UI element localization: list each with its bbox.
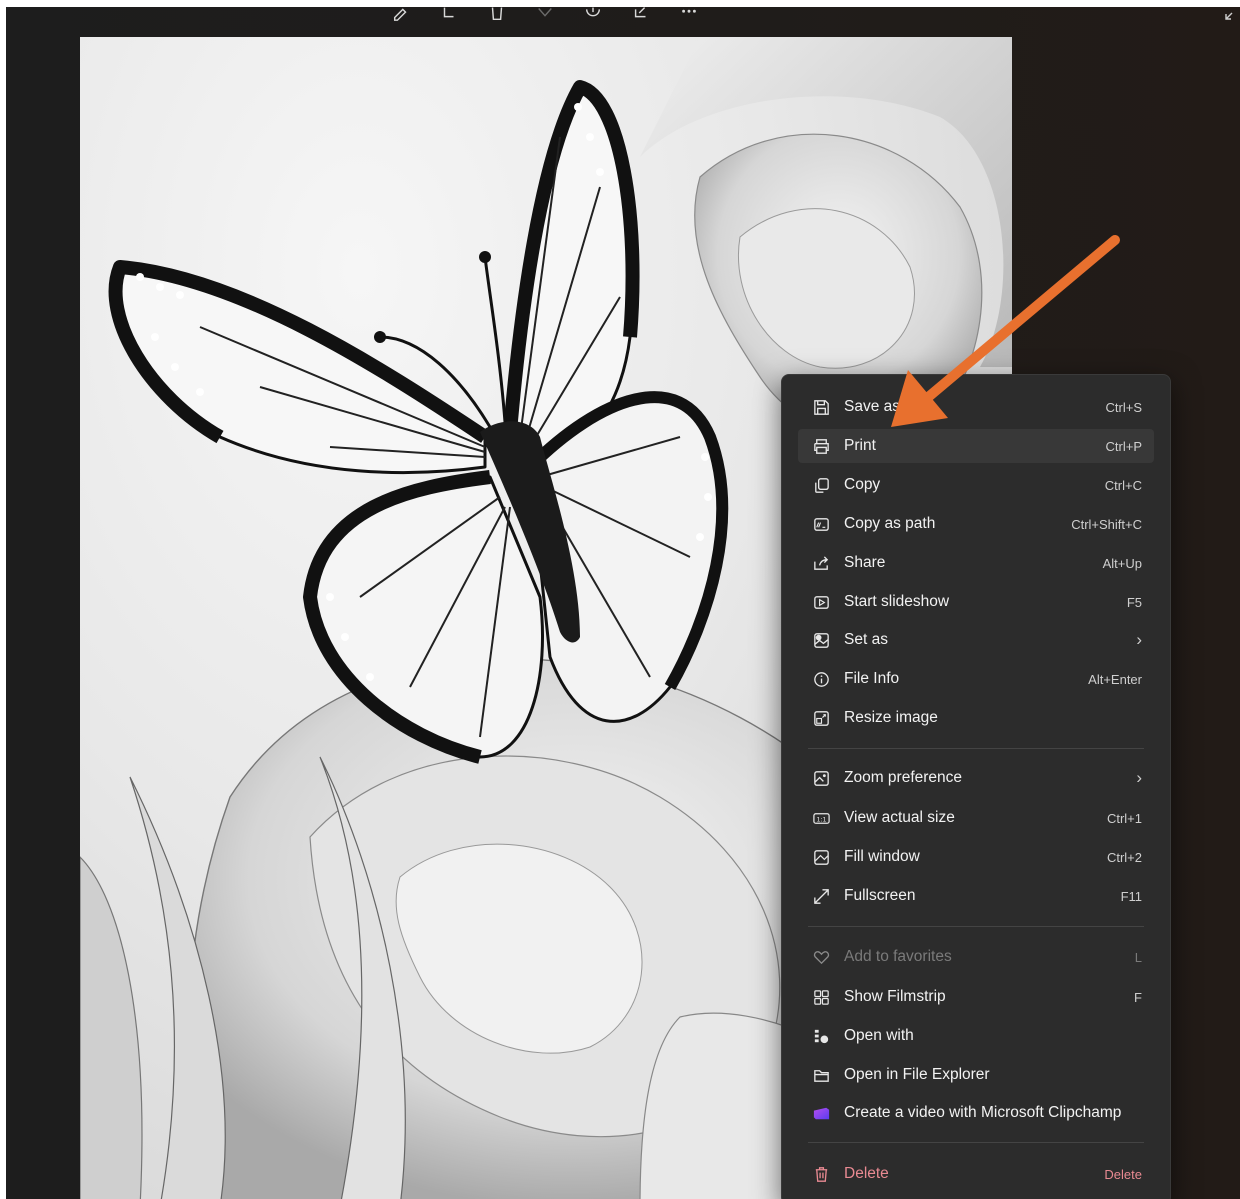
menu-item-label: Share — [844, 554, 886, 571]
menu-item-label: Fullscreen — [844, 887, 916, 904]
menu-item-file-info[interactable]: File Info Alt+Enter — [798, 662, 1154, 696]
fill-window-icon — [810, 846, 832, 868]
menu-item-create-video-clipchamp[interactable]: Create a video with Microsoft Clipchamp — [798, 1096, 1154, 1130]
copy-icon — [810, 474, 832, 496]
menu-item-label: Add to favorites — [844, 948, 952, 965]
menu-item-zoom-preference[interactable]: Zoom preference › — [798, 761, 1154, 795]
share-icon — [810, 552, 832, 574]
menu-item-label: File Info — [844, 670, 900, 687]
favorite-toolbar-icon[interactable] — [534, 7, 556, 22]
menu-item-shortcut: Ctrl+P — [1105, 438, 1142, 454]
menu-item-label: Resize image — [844, 709, 938, 726]
menu-separator — [808, 1142, 1144, 1143]
share-toolbar-icon[interactable] — [630, 7, 652, 22]
menu-item-label: Save as — [844, 398, 901, 415]
menu-item-start-slideshow[interactable]: Start slideshow F5 — [798, 585, 1154, 619]
menu-item-save-as[interactable]: Save as Ctrl+S — [798, 390, 1154, 424]
menu-item-shortcut: F11 — [1120, 888, 1142, 904]
svg-text:1:1: 1:1 — [816, 816, 826, 823]
menu-item-delete[interactable]: Delete Delete — [798, 1157, 1154, 1191]
print-icon — [810, 435, 832, 457]
menu-item-shortcut: Ctrl+Shift+C — [1071, 516, 1142, 532]
menu-item-label: Start slideshow — [844, 593, 950, 610]
menu-item-label: Open in File Explorer — [844, 1066, 990, 1083]
menu-item-view-actual-size[interactable]: 1:1 View actual size Ctrl+1 — [798, 801, 1154, 835]
menu-item-fullscreen[interactable]: Fullscreen F11 — [798, 879, 1154, 913]
menu-item-set-as[interactable]: Set as › — [798, 623, 1154, 657]
menu-item-shortcut: Alt+Up — [1102, 555, 1142, 571]
info-icon — [810, 668, 832, 690]
menu-item-label: Fill window — [844, 848, 920, 865]
menu-item-resize-image[interactable]: Resize image — [798, 701, 1154, 735]
fullscreen-icon — [810, 885, 832, 907]
menu-item-shortcut: Ctrl+S — [1105, 399, 1142, 415]
menu-item-fill-window[interactable]: Fill window Ctrl+2 — [798, 840, 1154, 874]
slideshow-icon — [810, 591, 832, 613]
actual-size-icon: 1:1 — [810, 807, 832, 829]
menu-item-shortcut: Ctrl+C — [1104, 477, 1142, 493]
menu-item-label: Delete — [844, 1165, 889, 1182]
menu-item-add-to-favorites: Add to favorites L — [798, 940, 1154, 974]
filmstrip-icon — [810, 986, 832, 1008]
menu-item-label: Copy — [844, 476, 881, 493]
zoom-icon — [810, 767, 832, 789]
set-as-icon — [810, 629, 832, 651]
open-with-icon — [810, 1025, 832, 1047]
menu-item-print[interactable]: Print Ctrl+P — [798, 429, 1154, 463]
menu-item-shortcut: F5 — [1126, 594, 1142, 610]
context-menu: Save as Ctrl+S Print Ctrl+P Copy Ctrl+C … — [781, 374, 1171, 1199]
more-options-icon[interactable] — [678, 7, 700, 22]
menu-item-label: View actual size — [844, 809, 955, 826]
menu-item-shortcut: Delete — [1104, 1166, 1142, 1182]
menu-item-shortcut: F — [1134, 989, 1142, 1005]
top-toolbar — [390, 7, 700, 23]
menu-item-label: Create a video with Microsoft Clipchamp — [844, 1104, 1122, 1121]
menu-item-share[interactable]: Share Alt+Up — [798, 546, 1154, 580]
menu-item-shortcut: Ctrl+1 — [1106, 810, 1142, 826]
edit-image-icon[interactable] — [390, 7, 412, 22]
menu-item-label: Open with — [844, 1027, 914, 1044]
menu-item-show-filmstrip[interactable]: Show Filmstrip F — [798, 980, 1154, 1014]
menu-item-copy[interactable]: Copy Ctrl+C — [798, 468, 1154, 502]
folder-icon — [810, 1064, 832, 1086]
copy-path-icon — [810, 513, 832, 535]
rotate-icon[interactable] — [438, 7, 460, 22]
menu-item-copy-as-path[interactable]: Copy as path Ctrl+Shift+C — [798, 507, 1154, 541]
delete-icon — [810, 1163, 832, 1185]
clipchamp-icon — [810, 1102, 832, 1124]
info-toolbar-icon[interactable] — [582, 7, 604, 22]
menu-separator — [808, 926, 1144, 927]
save-as-icon — [810, 396, 832, 418]
photos-app-window: Save as Ctrl+S Print Ctrl+P Copy Ctrl+C … — [6, 7, 1240, 1199]
menu-item-open-in-file-explorer[interactable]: Open in File Explorer — [798, 1058, 1154, 1092]
menu-item-label: Show Filmstrip — [844, 988, 946, 1005]
collapse-icon[interactable] — [1224, 7, 1238, 21]
menu-item-label: Print — [844, 437, 876, 454]
menu-item-open-with[interactable]: Open with — [798, 1019, 1154, 1053]
resize-icon — [810, 707, 832, 729]
menu-item-shortcut: L — [1134, 949, 1142, 965]
menu-item-label: Set as — [844, 631, 888, 648]
menu-item-label: Zoom preference — [844, 769, 963, 786]
chevron-right-icon: › — [1136, 630, 1142, 649]
menu-separator — [808, 748, 1144, 749]
menu-item-label: Copy as path — [844, 515, 936, 532]
chevron-right-icon: › — [1136, 768, 1142, 787]
heart-icon — [810, 946, 832, 968]
delete-toolbar-icon[interactable] — [486, 7, 508, 22]
menu-item-shortcut: Ctrl+2 — [1106, 849, 1142, 865]
menu-item-shortcut: Alt+Enter — [1088, 671, 1142, 687]
